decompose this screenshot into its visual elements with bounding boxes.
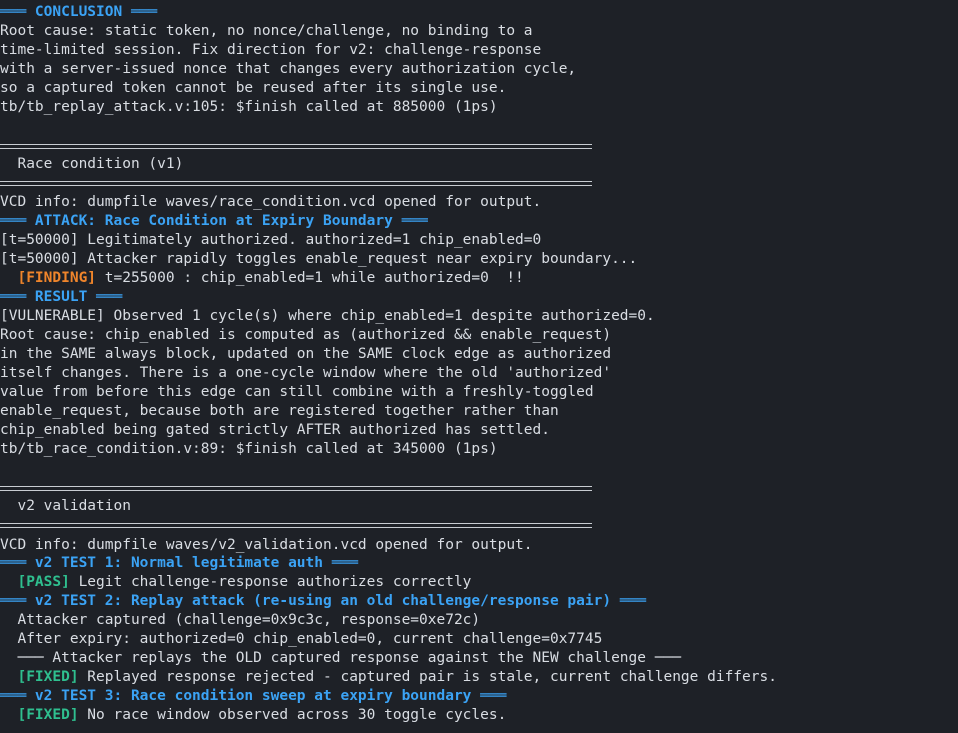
finding-tag: [FINDING] [0,270,97,286]
conclusion-line: time-limited session. Fix direction for … [0,42,542,58]
conclusion-line: with a server-issued nonce that changes … [0,61,577,77]
test2-header: ═══ v2 TEST 2: Replay attack (re-using a… [0,593,647,609]
conclusion-line: so a captured token cannot be reused aft… [0,80,507,96]
fixed-text: No race window observed across 30 toggle… [78,707,507,723]
fixed-text: Replayed response rejected - captured pa… [78,669,777,685]
fixed-line: [FIXED] No race window observed across 3… [0,706,506,725]
result-line: itself changes. There is a one-cycle win… [0,365,612,381]
result-line: enable_request, because both are registe… [0,403,559,419]
pass-tag: [PASS] [0,574,70,590]
test2-line: After expiry: authorized=0 chip_enabled=… [0,631,603,647]
pass-text: Legit challenge-response authorizes corr… [69,574,472,590]
result-line: value from before this edge can still co… [0,384,594,400]
fixed-tag: [FIXED] [0,669,79,685]
finding-line: [FINDING] t=255000 : chip_enabled=1 whil… [0,269,524,288]
fixed-line: [FIXED] Replayed response rejected - cap… [0,668,777,687]
test3-header: ═══ v2 TEST 3: Race condition sweep at e… [0,688,507,704]
result-line: Root cause: chip_enabled is computed as … [0,327,612,343]
result-line: in the SAME always block, updated on the… [0,346,612,362]
conclusion-header: ═══ CONCLUSION ═══ [0,4,158,20]
finding-text: t=255000 : chip_enabled=1 while authoriz… [96,270,524,286]
vcd-info-line: VCD info: dumpfile waves/v2_validation.v… [0,537,533,553]
fixed-tag: [FIXED] [0,707,79,723]
section-divider [0,181,592,186]
section-title: Race condition (v1) [0,156,184,172]
section-divider [0,144,592,149]
conclusion-line: Root cause: static token, no nonce/chall… [0,23,533,39]
attack-header: ═══ ATTACK: Race Condition at Expiry Bou… [0,213,428,229]
vcd-info-line: VCD info: dumpfile waves/race_condition.… [0,194,542,210]
finish-line: tb/tb_replay_attack.v:105: $finish calle… [0,99,498,115]
pass-line: [PASS] Legit challenge-response authoriz… [0,573,471,592]
test2-line: Attacker captured (challenge=0x9c3c, res… [0,612,481,628]
result-line: [VULNERABLE] Observed 1 cycle(s) where c… [0,308,655,324]
section-title: v2 validation [0,498,131,514]
finish-line: tb/tb_race_condition.v:89: $finish calle… [0,441,498,457]
test1-header: ═══ v2 TEST 1: Normal legitimate auth ══… [0,555,358,571]
section-divider [0,486,592,491]
terminal-window[interactable]: ═══ CONCLUSION ═══ Root cause: static to… [0,0,958,733]
log-line: [t=50000] Legitimately authorized. autho… [0,232,542,248]
result-line: chip_enabled being gated strictly AFTER … [0,422,550,438]
result-header: ═══ RESULT ═══ [0,289,123,305]
test2-line: ─── Attacker replays the OLD captured re… [0,650,681,666]
log-line: [t=50000] Attacker rapidly toggles enabl… [0,251,638,267]
section-divider [0,523,592,528]
